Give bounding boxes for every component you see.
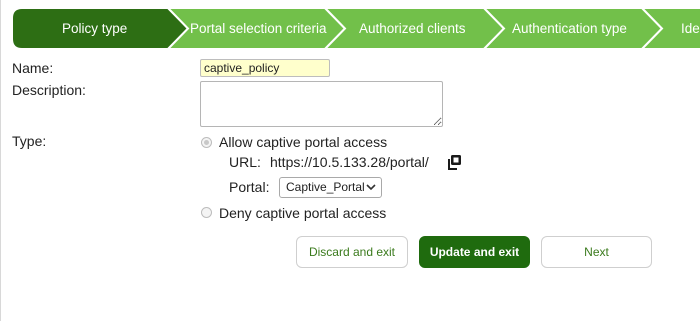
next-button[interactable]: Next: [541, 236, 652, 268]
wizard-steps: Policy type Portal selection criteria Au…: [0, 0, 700, 57]
chevron-down-icon: [366, 184, 376, 191]
step-policy-type[interactable]: Policy type: [62, 8, 127, 49]
portal-select[interactable]: Captive_Portal: [279, 177, 382, 198]
portal-select-value: Captive_Portal: [286, 180, 365, 194]
step-authentication-type[interactable]: Authentication type: [512, 8, 627, 49]
deny-radio[interactable]: [201, 207, 212, 218]
step-identity[interactable]: Ide: [681, 8, 700, 49]
type-label: Type:: [12, 133, 47, 149]
name-label: Name:: [12, 60, 54, 76]
url-value: https://10.5.133.28/portal/: [270, 154, 429, 170]
update-and-exit-button[interactable]: Update and exit: [419, 236, 530, 268]
discard-and-exit-button[interactable]: Discard and exit: [296, 236, 408, 268]
step-authorized-clients[interactable]: Authorized clients: [359, 8, 466, 49]
step-portal-selection-criteria[interactable]: Portal selection criteria: [190, 8, 327, 49]
copy-icon[interactable]: [446, 154, 462, 170]
description-textarea[interactable]: [200, 81, 443, 127]
description-label: Description:: [12, 82, 86, 98]
deny-radio-label[interactable]: Deny captive portal access: [219, 205, 386, 221]
portal-label: Portal:: [229, 179, 270, 195]
name-input[interactable]: [200, 59, 330, 77]
url-label: URL:: [229, 154, 261, 170]
allow-radio-label[interactable]: Allow captive portal access: [219, 134, 387, 150]
allow-radio[interactable]: [201, 137, 212, 148]
